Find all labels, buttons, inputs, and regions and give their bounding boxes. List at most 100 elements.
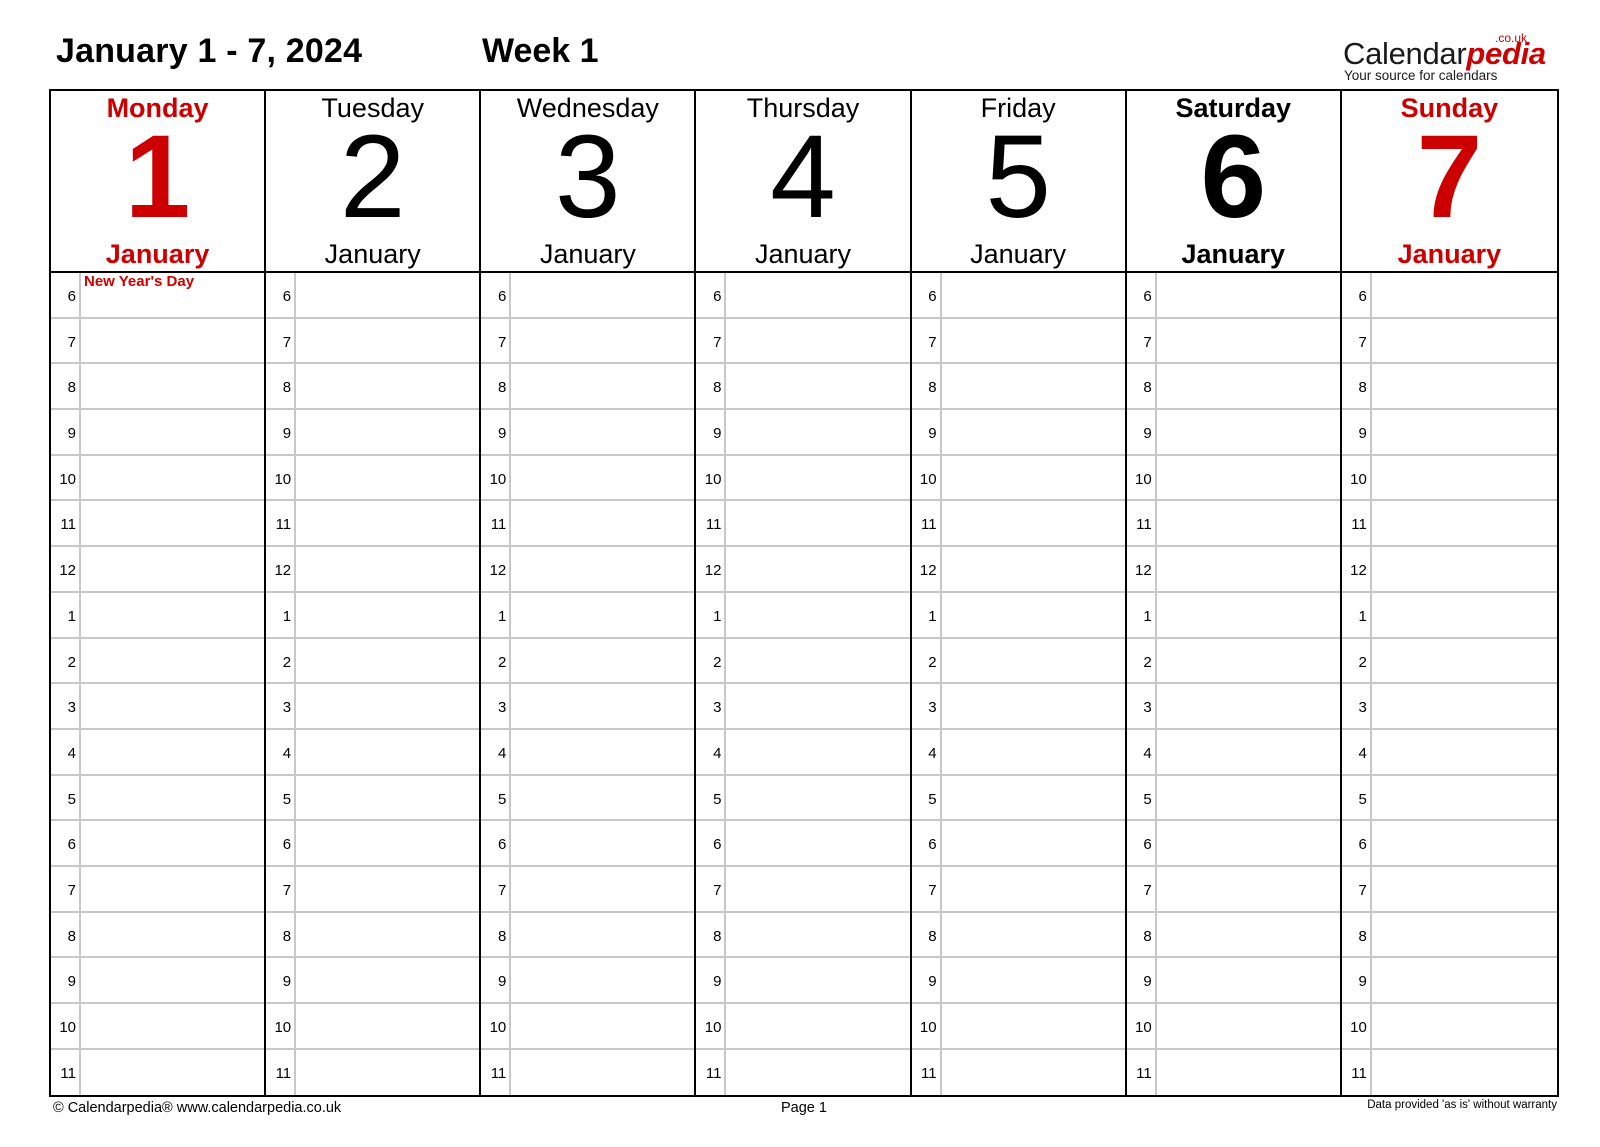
slot-entry-area[interactable]	[296, 730, 479, 774]
time-slot[interactable]: 11	[481, 501, 695, 548]
slot-entry-area[interactable]	[81, 456, 264, 500]
time-slot[interactable]: 6	[481, 821, 695, 867]
time-slot[interactable]: 7	[1341, 866, 1557, 913]
time-slot[interactable]: 5	[696, 775, 910, 822]
slot-entry-area[interactable]	[942, 958, 1125, 1002]
slot-entry-area[interactable]	[726, 958, 909, 1002]
slot-entry-area[interactable]	[1157, 684, 1340, 728]
time-slot[interactable]: 5	[1341, 775, 1557, 822]
slot-entry-area[interactable]	[511, 501, 694, 545]
slot-entry-area[interactable]	[81, 867, 264, 911]
time-slot[interactable]: 3	[696, 684, 910, 730]
slot-entry-area[interactable]	[81, 730, 264, 774]
slot-entry-area[interactable]	[296, 1050, 479, 1096]
time-slot[interactable]: 9	[1126, 410, 1340, 456]
time-slot[interactable]: 7	[911, 866, 1125, 913]
time-slot[interactable]: 5	[911, 775, 1125, 822]
time-slot[interactable]: 6	[1126, 821, 1340, 867]
slot-entry-area[interactable]	[726, 593, 909, 637]
slot-entry-area[interactable]	[726, 319, 909, 363]
time-slot[interactable]: 8	[1341, 912, 1557, 959]
slot-entry-area[interactable]	[296, 410, 479, 454]
slot-entry-area[interactable]	[296, 1004, 479, 1048]
slot-entry-area[interactable]	[726, 730, 909, 774]
time-slot[interactable]: 9	[51, 958, 265, 1004]
slot-entry-area[interactable]	[942, 547, 1125, 591]
time-slot[interactable]: 2	[911, 638, 1125, 685]
slot-entry-area[interactable]	[1157, 593, 1340, 637]
time-slot[interactable]: 7	[696, 318, 910, 365]
time-slot[interactable]: 7	[1126, 866, 1340, 913]
time-slot[interactable]: 11	[1341, 501, 1557, 548]
time-slot[interactable]: 6	[266, 821, 480, 867]
time-slot[interactable]: 1	[911, 592, 1125, 639]
time-slot[interactable]: 3	[1341, 684, 1557, 730]
time-slot[interactable]: 8	[911, 912, 1125, 959]
slot-entry-area[interactable]	[726, 1004, 909, 1048]
slot-entry-area[interactable]	[1157, 1004, 1340, 1048]
time-slot[interactable]: 11	[1126, 501, 1340, 548]
slot-entry-area[interactable]	[1372, 684, 1557, 728]
slot-entry-area[interactable]	[511, 319, 694, 363]
slot-entry-area[interactable]	[1372, 821, 1557, 865]
slot-entry-area[interactable]	[296, 456, 479, 500]
time-slot[interactable]: 10	[51, 1004, 265, 1050]
slot-entry-area[interactable]	[511, 867, 694, 911]
time-slot[interactable]: 8	[481, 912, 695, 959]
time-slot[interactable]: 10	[1341, 455, 1557, 502]
slot-entry-area[interactable]	[81, 776, 264, 820]
slot-entry-area[interactable]	[1157, 913, 1340, 957]
slot-entry-area[interactable]	[726, 273, 909, 317]
time-slot[interactable]: 11	[266, 1049, 479, 1096]
time-slot[interactable]: 5	[51, 775, 265, 822]
slot-entry-area[interactable]	[942, 456, 1125, 500]
time-slot[interactable]: 8	[51, 912, 265, 959]
slot-entry-area[interactable]	[726, 410, 909, 454]
time-slot[interactable]: 12	[1341, 547, 1557, 593]
slot-entry-area[interactable]	[296, 684, 479, 728]
time-slot[interactable]: 10	[481, 455, 695, 502]
slot-entry-area[interactable]	[296, 319, 479, 363]
slot-entry-area[interactable]	[1372, 364, 1557, 408]
slot-entry-area[interactable]	[511, 273, 694, 317]
slot-entry-area[interactable]	[81, 1050, 264, 1096]
slot-entry-area[interactable]	[296, 364, 479, 408]
time-slot[interactable]: 2	[1126, 638, 1340, 685]
slot-entry-area[interactable]	[1372, 593, 1557, 637]
time-slot[interactable]: 4	[266, 729, 480, 776]
time-slot[interactable]: 11	[912, 1049, 1125, 1096]
slot-entry-area[interactable]	[296, 501, 479, 545]
time-slot[interactable]: 10	[51, 455, 265, 502]
time-slot[interactable]: 1	[51, 592, 265, 639]
slot-entry-area[interactable]	[1372, 1050, 1557, 1096]
slot-entry-area[interactable]	[81, 958, 264, 1002]
time-slot[interactable]: 9	[481, 958, 695, 1004]
time-slot[interactable]: 11	[1127, 1049, 1340, 1096]
slot-entry-area[interactable]	[1157, 730, 1340, 774]
slot-entry-area[interactable]	[942, 730, 1125, 774]
slot-entry-area[interactable]	[942, 319, 1125, 363]
time-slot[interactable]: 1	[481, 592, 695, 639]
slot-entry-area[interactable]	[726, 547, 909, 591]
slot-entry-area[interactable]	[296, 547, 479, 591]
time-slot[interactable]: 10	[481, 1004, 695, 1050]
time-slot[interactable]: 11	[696, 1049, 909, 1096]
slot-entry-area[interactable]	[726, 456, 909, 500]
slot-entry-area[interactable]	[726, 501, 909, 545]
time-slot[interactable]: 7	[1341, 318, 1557, 365]
time-slot[interactable]: 6	[911, 821, 1125, 867]
time-slot[interactable]: 9	[696, 958, 910, 1004]
time-slot[interactable]: 4	[911, 729, 1125, 776]
time-slot[interactable]: 11	[696, 501, 910, 548]
time-slot[interactable]: 11	[911, 501, 1125, 548]
time-slot[interactable]: 8	[481, 364, 695, 411]
time-slot[interactable]: 6	[266, 273, 480, 319]
time-slot[interactable]: 8	[51, 364, 265, 411]
slot-entry-area[interactable]	[1157, 867, 1340, 911]
time-slot[interactable]: 7	[481, 866, 695, 913]
slot-entry-area[interactable]	[511, 593, 694, 637]
slot-entry-area[interactable]	[726, 821, 909, 865]
time-slot[interactable]: 1	[1126, 592, 1340, 639]
slot-entry-area[interactable]	[296, 867, 479, 911]
time-slot[interactable]: 12	[51, 547, 265, 593]
